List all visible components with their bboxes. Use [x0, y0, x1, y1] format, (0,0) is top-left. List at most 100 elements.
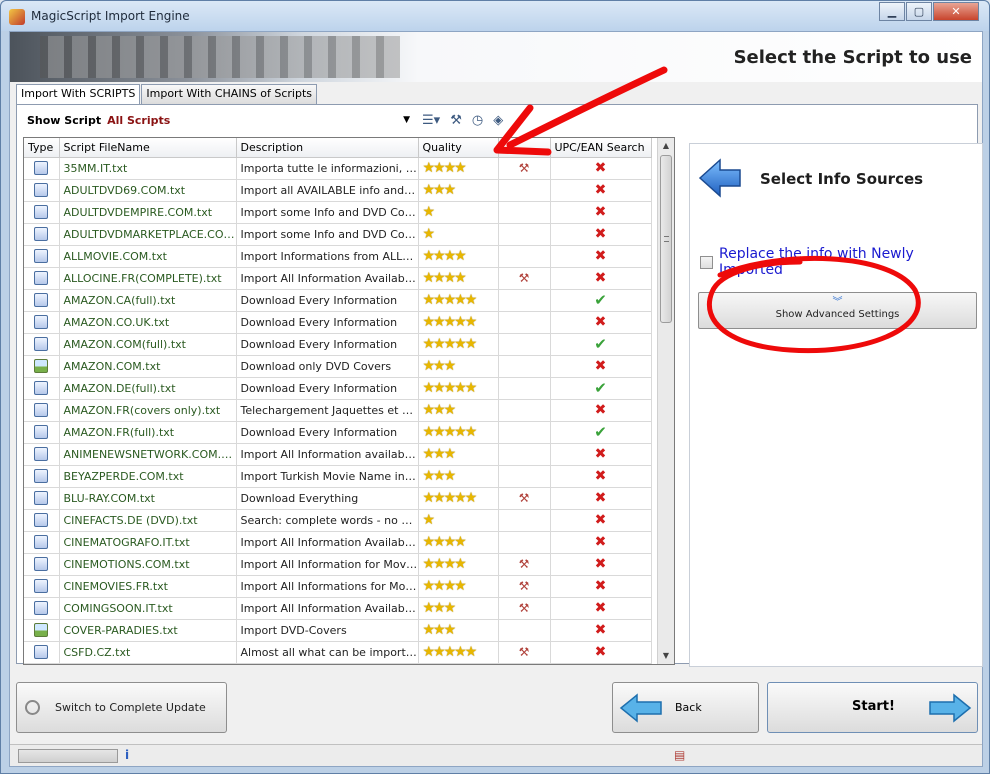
- table-row[interactable]: AMAZON.FR(covers only).txt Telechargement…: [24, 399, 652, 422]
- table-row[interactable]: CINEMOTIONS.COM.txt Import All Informatio…: [24, 553, 652, 576]
- star-rating-icon: ★★★★: [422, 270, 467, 286]
- table-row[interactable]: AMAZON.COM.txt Download only DVD Covers ★★…: [24, 355, 652, 378]
- script-description: Import Informations from ALLMO...: [236, 245, 419, 268]
- title-bar[interactable]: MagicScript Import Engine ▁ ▢ ✕: [1, 1, 989, 31]
- tools-icon[interactable]: ⚒: [519, 557, 530, 571]
- script-filename[interactable]: ADULTDVDMARKETPLACE.COM.txt: [59, 223, 237, 246]
- table-row[interactable]: ADULTDVD69.COM.txt Import all AVAILABLE i…: [24, 179, 652, 202]
- tools-cell: [498, 201, 551, 224]
- minimize-button[interactable]: ▁: [879, 2, 905, 21]
- script-filename[interactable]: AMAZON.CA(full).txt: [59, 289, 237, 312]
- script-filename[interactable]: AMAZON.COM(full).txt: [59, 333, 237, 356]
- table-row[interactable]: BEYAZPERDE.COM.txt Import Turkish Movie N…: [24, 465, 652, 488]
- tools-icon[interactable]: ⚒: [450, 113, 462, 128]
- script-filename[interactable]: 35MM.IT.txt: [59, 157, 237, 180]
- script-filename[interactable]: ANIMENEWSNETWORK.COM.txt: [59, 443, 237, 466]
- script-icon: [34, 425, 49, 439]
- script-filename[interactable]: ADULTDVD69.COM.txt: [59, 179, 237, 202]
- script-description: Download Every Information: [236, 311, 419, 334]
- table-row[interactable]: ANIMENEWSNETWORK.COM.txt Import All Infor…: [24, 443, 652, 466]
- table-row[interactable]: AMAZON.CO.UK.txt Download Every Informati…: [24, 311, 652, 334]
- tools-cell: ⚒: [498, 641, 551, 664]
- tools-icon[interactable]: ⚒: [519, 491, 530, 505]
- col-description[interactable]: Description: [236, 138, 419, 158]
- check-icon: ✔: [594, 379, 607, 397]
- scroll-down-icon[interactable]: ▼: [658, 648, 674, 664]
- star-rating-icon: ★★★★: [422, 534, 467, 550]
- table-row[interactable]: COMINGSOON.IT.txt Import All Information …: [24, 597, 652, 620]
- scroll-thumb[interactable]: [660, 155, 672, 323]
- col-type[interactable]: Type: [24, 138, 60, 158]
- upc-search-cell: ✖: [550, 267, 652, 290]
- table-row[interactable]: ALLMOVIE.COM.txt Import Informations from…: [24, 245, 652, 268]
- table-row[interactable]: BLU-RAY.COM.txt Download Everything ★★★★★ ⚒…: [24, 487, 652, 510]
- script-icon: [34, 513, 49, 527]
- script-filename[interactable]: CINEMOTIONS.COM.txt: [59, 553, 237, 576]
- col-quality[interactable]: Quality: [418, 138, 499, 158]
- clipboard-icon[interactable]: ▤: [674, 748, 685, 762]
- table-row[interactable]: CINEMATOGRAFO.IT.txt Import All Informati…: [24, 531, 652, 554]
- replace-info-checkbox[interactable]: Replace the info with Newly Imported: [700, 246, 982, 278]
- table-row[interactable]: AMAZON.DE(full).txt Download Every Inform…: [24, 377, 652, 400]
- script-filename[interactable]: COVER-PARADIES.txt: [59, 619, 237, 642]
- start-button[interactable]: Start!: [767, 682, 978, 733]
- table-row[interactable]: ALLOCINE.FR(COMPLETE).txt Import All Info…: [24, 267, 652, 290]
- col-tools[interactable]: [498, 138, 551, 158]
- tools-icon[interactable]: ⚒: [519, 161, 530, 175]
- view-menu-icon[interactable]: ☰▾: [422, 113, 440, 128]
- quality-rating: ★★★★: [418, 245, 499, 268]
- info-icon[interactable]: i: [125, 748, 129, 762]
- table-row[interactable]: AMAZON.FR(full).txt Download Every Inform…: [24, 421, 652, 444]
- cross-icon: ✖: [594, 512, 607, 528]
- scroll-up-icon[interactable]: ▲: [658, 138, 674, 154]
- table-row[interactable]: 35MM.IT.txt Importa tutte le informazioni…: [24, 157, 652, 180]
- script-filename[interactable]: ADULTDVDEMPIRE.COM.txt: [59, 201, 237, 224]
- script-filename[interactable]: CINEMATOGRAFO.IT.txt: [59, 531, 237, 554]
- script-filename[interactable]: BEYAZPERDE.COM.txt: [59, 465, 237, 488]
- script-filename[interactable]: CINEMOVIES.FR.txt: [59, 575, 237, 598]
- table-row[interactable]: AMAZON.CA(full).txt Download Every Inform…: [24, 289, 652, 312]
- table-row[interactable]: COVER-PARADIES.txt Import DVD-Covers ★★★ ✖: [24, 619, 652, 642]
- checkbox-icon[interactable]: [700, 255, 713, 269]
- script-filename[interactable]: AMAZON.FR(covers only).txt: [59, 399, 237, 422]
- script-filename[interactable]: AMAZON.FR(full).txt: [59, 421, 237, 444]
- script-filename[interactable]: ALLOCINE.FR(COMPLETE).txt: [59, 267, 237, 290]
- script-filename[interactable]: AMAZON.CO.UK.txt: [59, 311, 237, 334]
- close-button[interactable]: ✕: [933, 2, 979, 21]
- tools-icon[interactable]: ⚒: [519, 645, 530, 659]
- tools-icon[interactable]: ⚒: [519, 579, 530, 593]
- table-row[interactable]: CINEFACTS.DE (DVD).txt Search: complete w…: [24, 509, 652, 532]
- grid-scrollbar[interactable]: ▲ ▼: [657, 138, 674, 664]
- script-filename[interactable]: ALLMOVIE.COM.txt: [59, 245, 237, 268]
- table-row[interactable]: CINEMOVIES.FR.txt Import All Informations…: [24, 575, 652, 598]
- show-script-select[interactable]: All Scripts: [107, 114, 407, 127]
- tools-cell: [498, 289, 551, 312]
- table-row[interactable]: AMAZON.COM(full).txt Download Every Infor…: [24, 333, 652, 356]
- col-filename[interactable]: Script FileName: [59, 138, 237, 158]
- tools-icon[interactable]: ⚒: [519, 271, 530, 285]
- table-row[interactable]: ADULTDVDMARKETPLACE.COM.txt Import some I…: [24, 223, 652, 246]
- clock-icon[interactable]: ◷: [472, 113, 483, 128]
- tab-import-scripts[interactable]: Import With SCRIPTS: [16, 84, 141, 105]
- star-rating-icon: ★★★★: [422, 578, 467, 594]
- table-row[interactable]: ADULTDVDEMPIRE.COM.txt Import some Info a…: [24, 201, 652, 224]
- back-button[interactable]: Back: [612, 682, 759, 733]
- switch-complete-update-button[interactable]: Switch to Complete Update: [16, 682, 227, 733]
- type-cell: [24, 223, 60, 246]
- chevron-down-icon[interactable]: ▼: [403, 115, 410, 125]
- script-filename[interactable]: BLU-RAY.COM.txt: [59, 487, 237, 510]
- script-editor-icon[interactable]: ◈: [493, 113, 503, 128]
- script-filename[interactable]: AMAZON.COM.txt: [59, 355, 237, 378]
- maximize-button[interactable]: ▢: [906, 2, 932, 21]
- tab-import-chains[interactable]: Import With CHAINS of Scripts: [141, 84, 318, 104]
- script-filename[interactable]: COMINGSOON.IT.txt: [59, 597, 237, 620]
- script-filename[interactable]: CSFD.CZ.txt: [59, 641, 237, 664]
- table-row[interactable]: CSFD.CZ.txt Almost all what can be import…: [24, 641, 652, 664]
- script-filename[interactable]: CINEFACTS.DE (DVD).txt: [59, 509, 237, 532]
- show-advanced-settings-button[interactable]: ︾ Show Advanced Settings: [698, 292, 977, 329]
- tools-icon[interactable]: ⚒: [519, 601, 530, 615]
- type-cell: [24, 487, 60, 510]
- col-upc-search[interactable]: UPC/EAN Search: [550, 138, 652, 158]
- replace-info-label[interactable]: Replace the info with Newly Imported: [719, 246, 982, 278]
- script-filename[interactable]: AMAZON.DE(full).txt: [59, 377, 237, 400]
